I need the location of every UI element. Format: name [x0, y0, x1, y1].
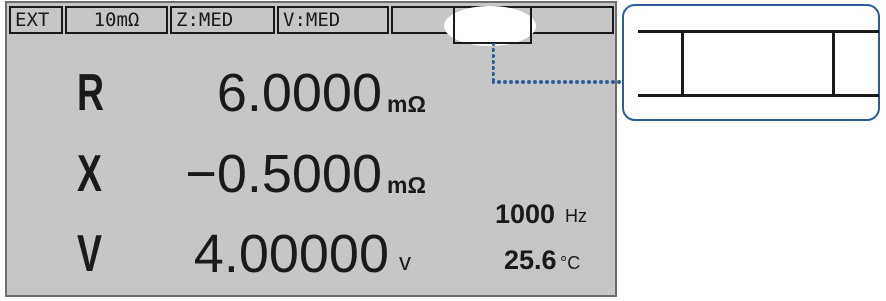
zoom-right-divider — [832, 30, 835, 97]
trigger-indicator: EXT — [9, 6, 63, 34]
x-value: −0.5000 — [185, 144, 382, 204]
zoom-left-divider — [681, 30, 684, 97]
r-unit: mΩ — [387, 91, 426, 117]
blank-status-field — [453, 6, 532, 44]
v-value: 4.00000 — [193, 224, 389, 284]
r-label: R — [77, 64, 105, 122]
frequency-value: 1000 — [495, 199, 556, 229]
x-unit: mΩ — [387, 172, 426, 198]
range-indicator: 10mΩ — [65, 6, 168, 34]
leader-dots — [492, 43, 623, 84]
zoom-bottom-line — [638, 94, 879, 97]
frequency-unit: Hz — [565, 206, 587, 226]
r-value: 6.0000 — [216, 63, 382, 123]
x-label: X — [77, 145, 102, 203]
v-label: V — [77, 225, 102, 283]
status-bar: EXT 10mΩ Z:MED V:MED — [7, 3, 615, 46]
zoom-top-line — [638, 30, 879, 33]
v-speed-indicator: V:MED — [277, 6, 389, 34]
temperature-unit: °C — [560, 253, 581, 273]
z-speed-indicator: Z:MED — [170, 6, 275, 34]
zoom-callout — [622, 4, 880, 121]
v-unit: v — [399, 249, 411, 276]
temperature-value: 25.6 — [504, 245, 557, 275]
